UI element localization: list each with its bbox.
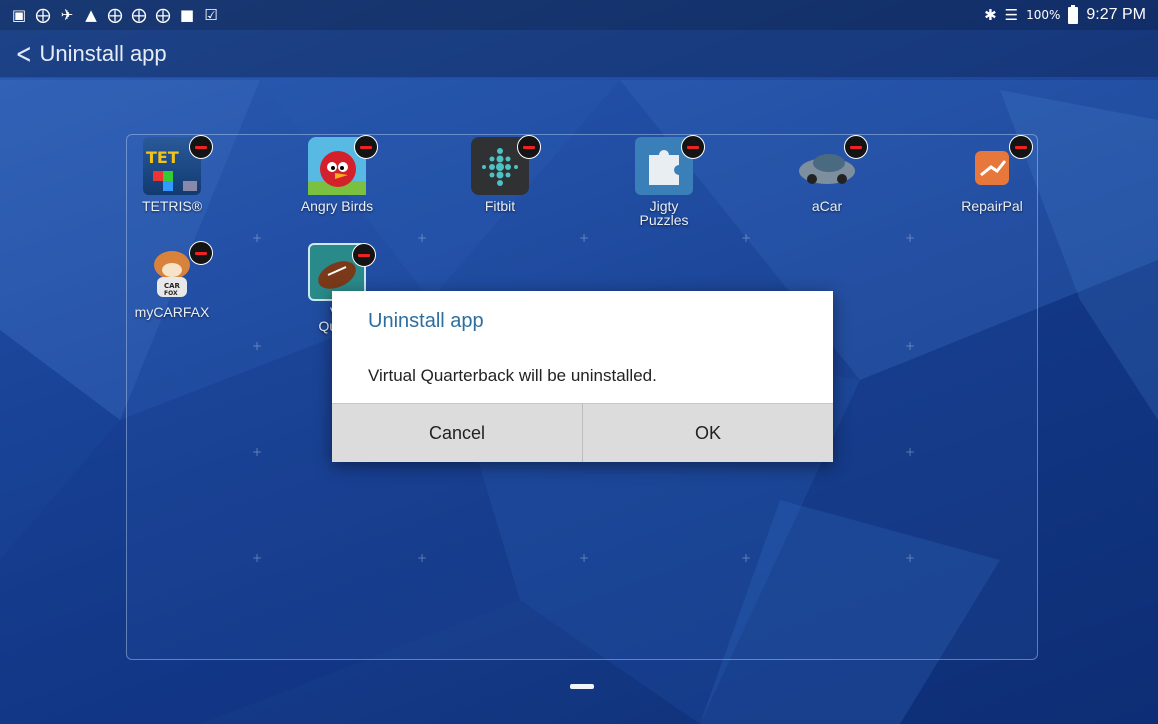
dialog-button-bar: Cancel OK (332, 403, 833, 462)
cancel-button[interactable]: Cancel (332, 404, 583, 462)
uninstall-dialog: Uninstall app Virtual Quarterback will b… (332, 291, 833, 462)
ok-button[interactable]: OK (583, 404, 833, 462)
dialog-title: Uninstall app (368, 310, 484, 332)
dialog-message: Virtual Quarterback will be uninstalled. (368, 366, 657, 385)
